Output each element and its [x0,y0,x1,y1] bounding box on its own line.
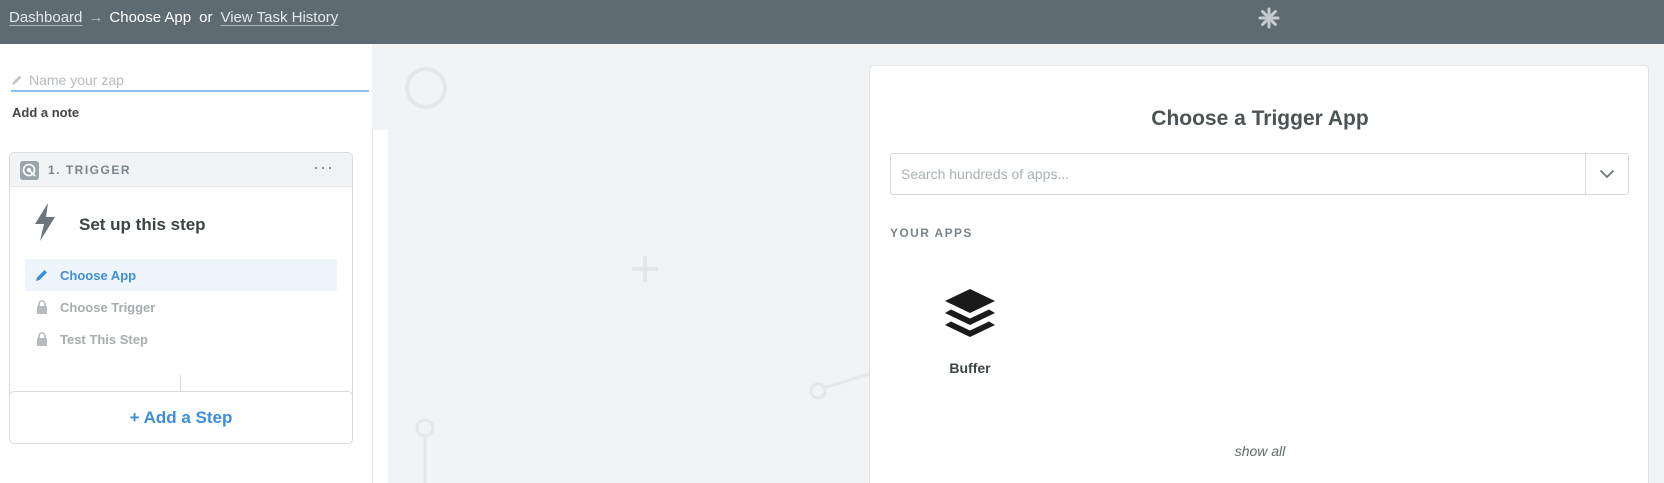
buffer-logo-icon [945,289,995,337]
app-search [890,153,1629,195]
show-all-link[interactable]: show all [870,443,1650,459]
step-checklist: Choose App Choose Trigger Test This Step [25,259,337,355]
app-dropdown-button[interactable] [1585,154,1628,194]
lock-icon [37,332,47,346]
app-name: Buffer [949,360,991,376]
step-connector [180,375,181,391]
step-label: Test This Step [60,331,148,347]
lock-icon [37,300,47,314]
add-step-button[interactable]: + Add a Step [9,391,353,444]
zap-name-field[interactable] [11,70,369,92]
loading-spinner-icon [1258,7,1280,29]
step-test: Test This Step [25,323,337,355]
setup-step-heading: Set up this step [79,215,206,234]
step-choose-trigger: Choose Trigger [25,291,337,323]
sidebar-scroll-edge [372,130,388,483]
step-label: Choose Trigger [60,299,156,315]
app-buffer[interactable]: Buffer [930,286,1010,376]
trigger-icon [20,161,39,180]
pencil-icon [36,270,47,281]
your-apps-heading: YOUR APPS [890,226,973,240]
chevron-down-icon [1599,169,1615,179]
add-note-link[interactable]: Add a note [12,105,79,120]
trigger-step-header: 1. TRIGGER ··· [10,153,352,187]
card-title: Choose a Trigger App [1151,107,1369,130]
step-label: Choose App [60,267,137,283]
step-choose-app[interactable]: Choose App [25,259,337,291]
pencil-icon [12,75,22,85]
app-search-input[interactable] [891,154,1585,194]
lightning-bolt-icon [35,203,55,241]
trigger-step-title: 1. TRIGGER [48,163,132,177]
step-menu-button[interactable]: ··· [313,157,334,178]
trigger-step-card: 1. TRIGGER ··· Set up this step Choose A… [9,152,353,419]
zap-name-input[interactable] [29,72,349,88]
choose-app-card: Choose a Trigger App YOUR APPS Buffer sh… [869,65,1649,483]
